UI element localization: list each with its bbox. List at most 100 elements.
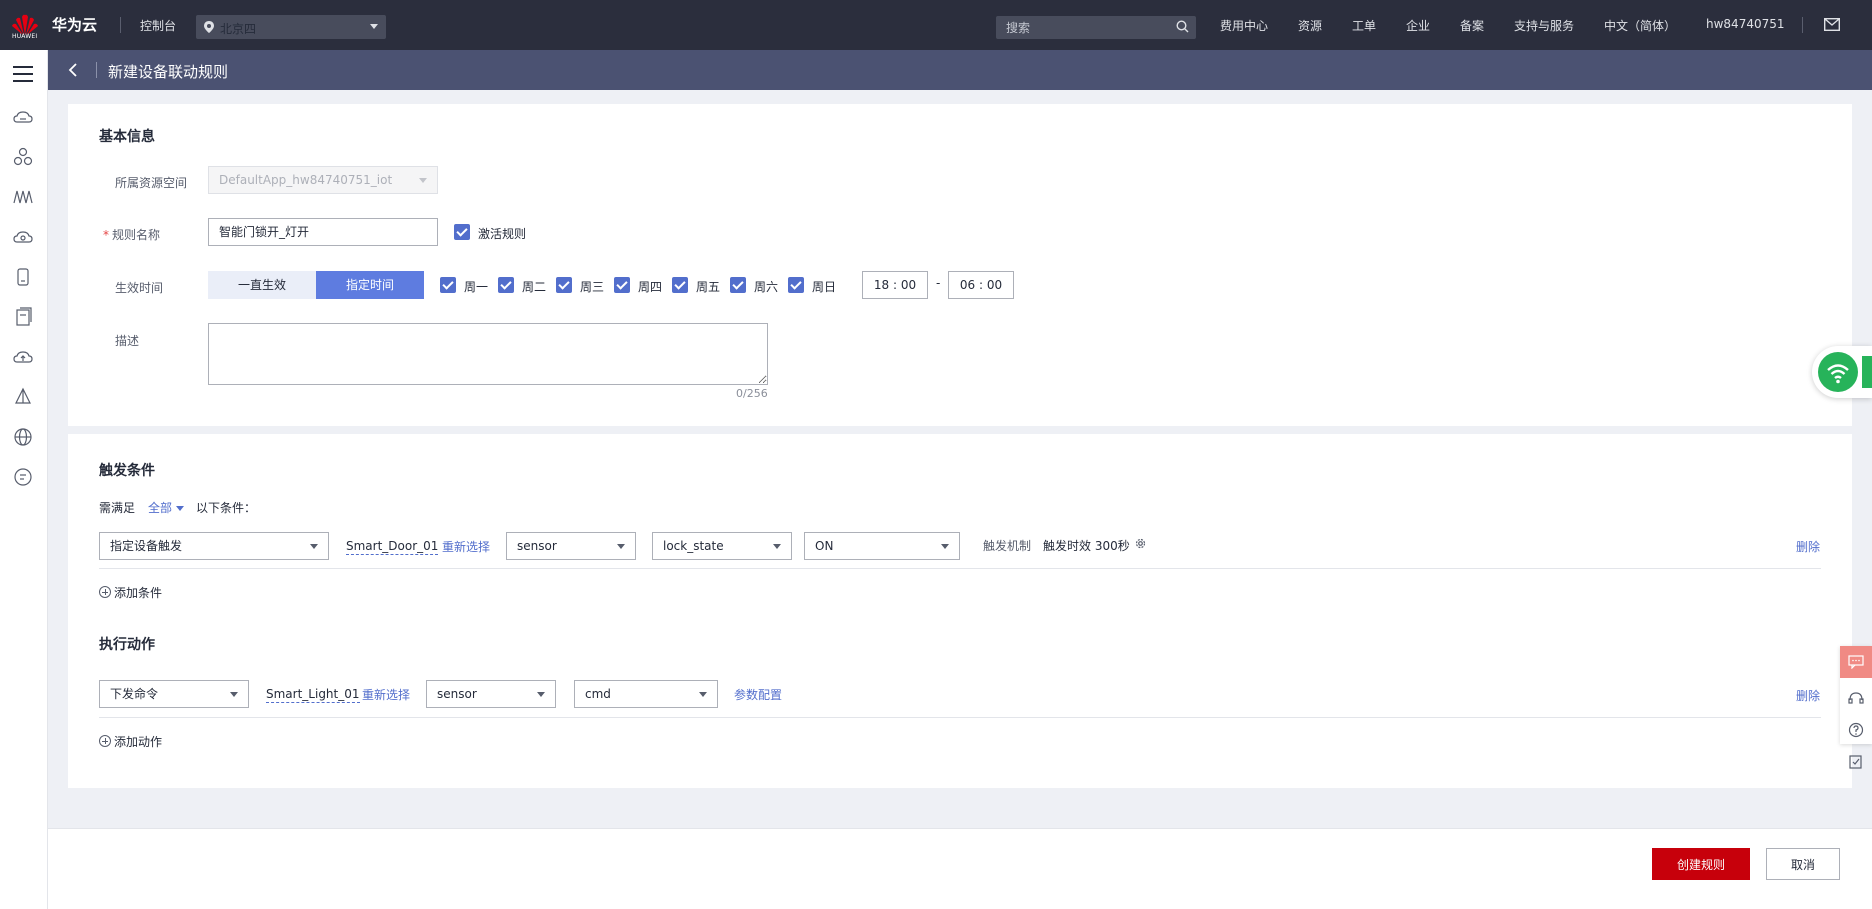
day-thursday-checkbox[interactable] bbox=[614, 277, 630, 293]
nav-enterprise[interactable]: 企业 bbox=[1406, 17, 1430, 34]
day-saturday-checkbox[interactable] bbox=[730, 277, 746, 293]
specified-time-toggle[interactable]: 指定时间 bbox=[316, 271, 424, 299]
back-arrow-icon[interactable] bbox=[68, 63, 78, 77]
trigger-type-select[interactable]: 指定设备触发 bbox=[99, 532, 329, 560]
required-mark: * bbox=[103, 228, 109, 242]
add-action-button[interactable]: 添加动作 bbox=[99, 733, 162, 750]
nav-icp[interactable]: 备案 bbox=[1460, 17, 1484, 34]
day-sunday-checkbox[interactable] bbox=[788, 277, 804, 293]
trigger-property-select[interactable]: lock_state bbox=[652, 532, 792, 560]
floating-assistant[interactable] bbox=[1812, 346, 1872, 398]
cone-icon[interactable] bbox=[12, 386, 34, 408]
nav-tickets[interactable]: 工单 bbox=[1352, 17, 1376, 34]
search-icon[interactable] bbox=[1176, 20, 1189, 33]
following-label: 以下条件： bbox=[196, 501, 257, 515]
action-service-select[interactable]: sensor bbox=[426, 680, 556, 708]
trigger-service-value: sensor bbox=[517, 539, 557, 553]
brand-name[interactable]: 华为云 bbox=[52, 14, 97, 35]
match-scope-dropdown[interactable]: 全部 bbox=[148, 499, 185, 516]
action-type-value: 下发命令 bbox=[110, 687, 159, 701]
chevron-down-icon bbox=[419, 178, 427, 183]
help-icon[interactable] bbox=[1848, 722, 1864, 738]
action-delete-link[interactable]: 删除 bbox=[1796, 687, 1820, 704]
cancel-button[interactable]: 取消 bbox=[1766, 848, 1840, 880]
location-pin-icon bbox=[204, 21, 214, 33]
activate-rule-checkbox[interactable] bbox=[454, 224, 470, 240]
divider bbox=[96, 62, 97, 78]
action-type-select[interactable]: 下发命令 bbox=[99, 680, 249, 708]
headset-icon[interactable] bbox=[1848, 690, 1864, 706]
globe-icon[interactable] bbox=[12, 426, 34, 448]
action-device-name[interactable]: Smart_Light_01 bbox=[266, 686, 360, 703]
basic-info-card: 基本信息 所属资源空间 DefaultApp_hw84740751_iot * 规… bbox=[68, 104, 1852, 426]
divider bbox=[99, 568, 1821, 569]
plus-circle-icon bbox=[99, 586, 111, 598]
start-time-input[interactable]: 18 : 00 bbox=[862, 271, 928, 299]
create-rule-button[interactable]: 创建规则 bbox=[1652, 848, 1750, 880]
description-textarea[interactable] bbox=[208, 323, 768, 385]
plus-circle-icon bbox=[99, 735, 111, 747]
param-config-link[interactable]: 参数配置 bbox=[734, 686, 782, 703]
section-title-action: 执行动作 bbox=[99, 637, 155, 653]
nav-billing[interactable]: 费用中心 bbox=[1220, 17, 1268, 34]
trigger-property-value: lock_state bbox=[663, 539, 724, 553]
region-selector[interactable]: 北京四 bbox=[196, 15, 386, 39]
trigger-reselect-link[interactable]: 重新选择 bbox=[442, 538, 490, 555]
chat-button[interactable] bbox=[1840, 646, 1872, 678]
nav-support[interactable]: 支持与服务 bbox=[1514, 17, 1574, 34]
cloud-upload-icon[interactable] bbox=[12, 346, 34, 368]
day-monday-checkbox[interactable] bbox=[440, 277, 456, 293]
action-command-select[interactable]: cmd bbox=[574, 680, 718, 708]
wifi-glyph bbox=[1827, 364, 1849, 384]
trigger-type-value: 指定设备触发 bbox=[110, 539, 183, 553]
description-counter: 0/256 bbox=[736, 387, 768, 400]
cloud-icon[interactable] bbox=[12, 107, 34, 129]
gear-icon[interactable] bbox=[1134, 537, 1147, 550]
day-wednesday-checkbox[interactable] bbox=[556, 277, 572, 293]
region-name: 北京四 bbox=[220, 22, 257, 36]
action-command-value: cmd bbox=[585, 687, 611, 701]
trigger-delete-link[interactable]: 删除 bbox=[1796, 538, 1820, 555]
activate-rule-label: 激活规则 bbox=[478, 227, 527, 241]
cluster-icon[interactable] bbox=[12, 146, 34, 168]
document-icon[interactable] bbox=[12, 306, 34, 328]
rule-logic-card: 触发条件 需满足 全部 以下条件： 指定设备触发 Smart_Door_01 重… bbox=[68, 434, 1852, 788]
section-title-trigger: 触发条件 bbox=[99, 463, 155, 479]
nav-username[interactable]: hw84740751 bbox=[1706, 17, 1785, 31]
add-condition-label: 添加条件 bbox=[114, 586, 163, 600]
divider bbox=[1802, 17, 1803, 33]
day-saturday-label: 周六 bbox=[754, 280, 779, 294]
chat-bubble-icon[interactable] bbox=[12, 466, 34, 488]
search-input[interactable] bbox=[996, 16, 1196, 39]
chevron-down-icon bbox=[370, 24, 378, 29]
section-title-basic: 基本信息 bbox=[99, 129, 155, 145]
day-tuesday-checkbox[interactable] bbox=[498, 277, 514, 293]
action-reselect-link[interactable]: 重新选择 bbox=[362, 686, 410, 703]
feedback-icon[interactable] bbox=[1848, 754, 1864, 770]
nav-resources[interactable]: 资源 bbox=[1298, 17, 1322, 34]
trigger-service-select[interactable]: sensor bbox=[506, 532, 636, 560]
need-label: 需满足 bbox=[99, 501, 136, 515]
day-friday-checkbox[interactable] bbox=[672, 277, 688, 293]
nav-language[interactable]: 中文（简体） bbox=[1604, 17, 1676, 34]
waveform-icon[interactable] bbox=[12, 186, 34, 208]
rule-name-input[interactable]: 智能门锁开_灯开 bbox=[208, 218, 438, 246]
chevron-down-icon bbox=[176, 506, 185, 511]
menu-icon[interactable] bbox=[13, 66, 33, 82]
console-link[interactable]: 控制台 bbox=[140, 17, 176, 34]
resource-space-value: DefaultApp_hw84740751_iot bbox=[219, 173, 393, 187]
day-wednesday-label: 周三 bbox=[580, 280, 605, 294]
trigger-device-name[interactable]: Smart_Door_01 bbox=[346, 538, 439, 555]
assistant-tag bbox=[1862, 356, 1872, 388]
device-icon[interactable] bbox=[12, 266, 34, 288]
day-monday-label: 周一 bbox=[464, 280, 489, 294]
logo-text: HUAWEI bbox=[12, 33, 38, 40]
end-time-input[interactable]: 06 : 00 bbox=[948, 271, 1014, 299]
trigger-state-select[interactable]: ON bbox=[804, 532, 960, 560]
add-condition-button[interactable]: 添加条件 bbox=[99, 584, 162, 601]
action-service-value: sensor bbox=[437, 687, 477, 701]
always-effective-toggle[interactable]: 一直生效 bbox=[208, 271, 316, 299]
page-header: 新建设备联动规则 bbox=[48, 50, 1872, 90]
mail-icon[interactable] bbox=[1824, 18, 1840, 31]
cloud-disk-icon[interactable] bbox=[12, 226, 34, 248]
